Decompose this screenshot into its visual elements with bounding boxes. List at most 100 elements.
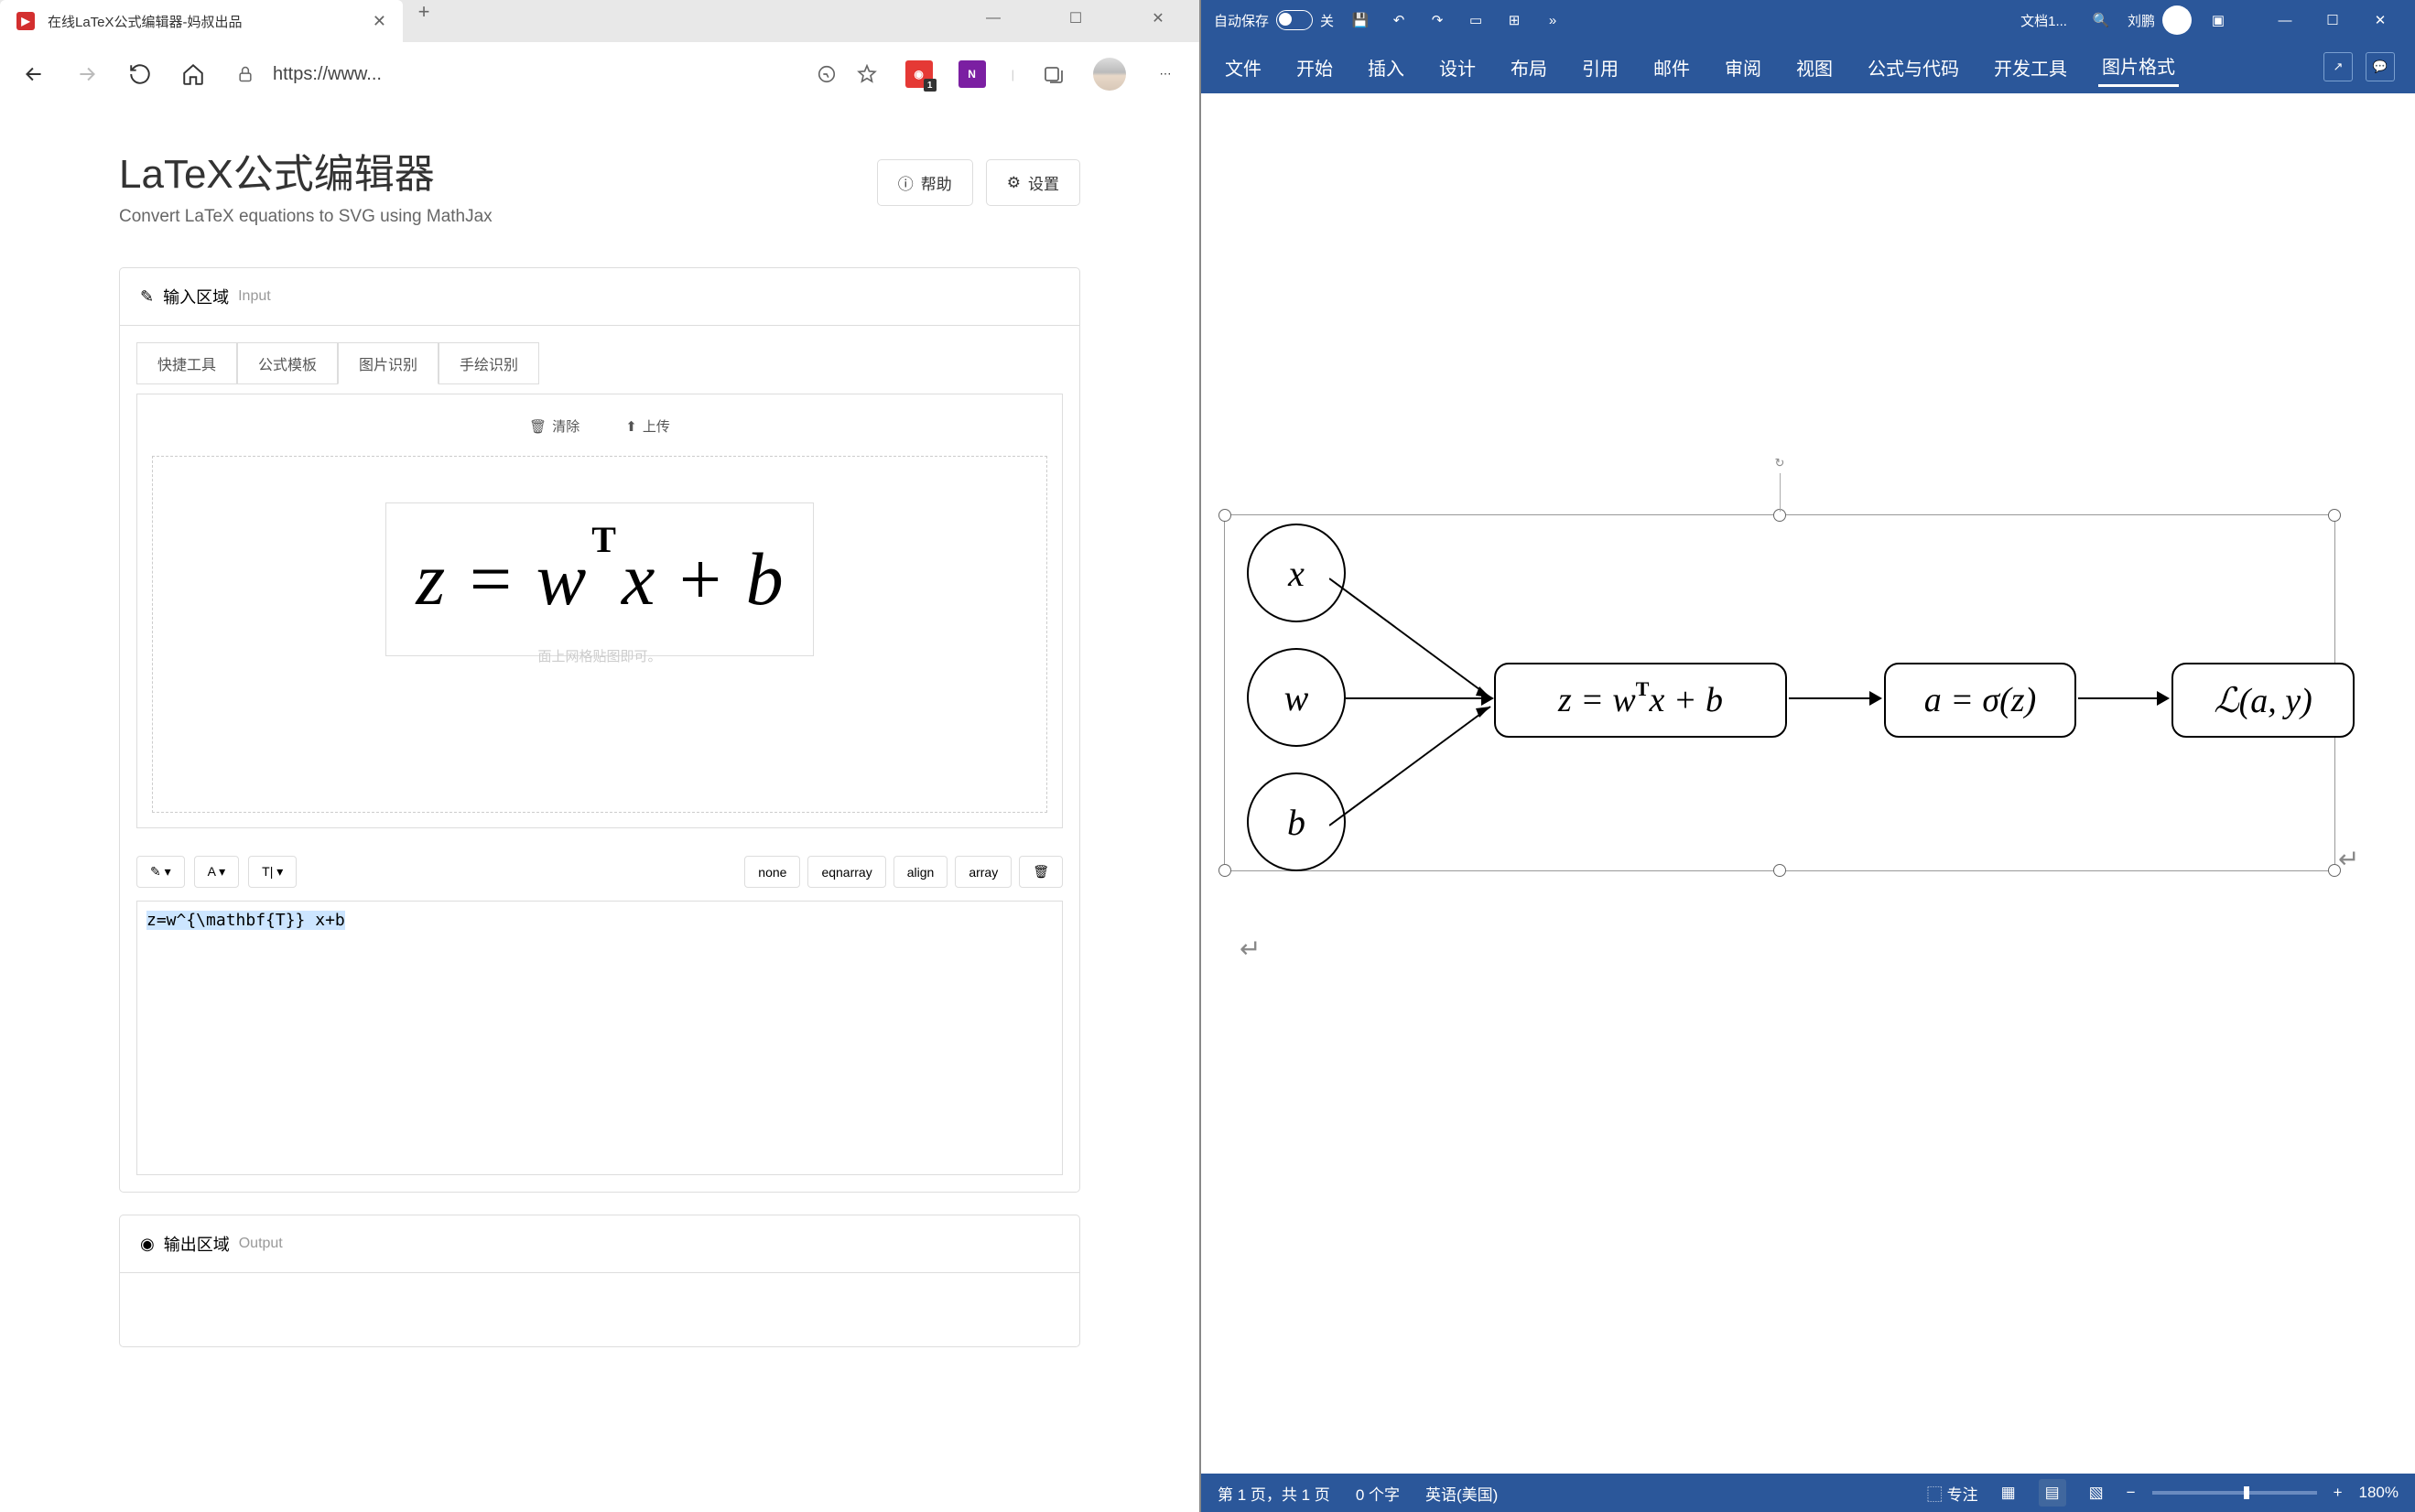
output-card: ◉ 输出区域 Output (119, 1215, 1080, 1347)
tab-quick-tools[interactable]: 快捷工具 (136, 342, 237, 384)
ribbon-mode-icon[interactable]: ▣ (2206, 8, 2230, 32)
opt-delete[interactable]: 🗑 (1019, 856, 1063, 888)
ribbon-picture-format[interactable]: 图片格式 (2098, 47, 2179, 87)
print-layout-icon[interactable]: ▤ (2039, 1479, 2066, 1507)
url-field[interactable]: https://www... (233, 61, 880, 87)
ribbon-developer[interactable]: 开发工具 (1990, 49, 2071, 86)
word-close[interactable]: ✕ (2358, 5, 2402, 35)
opt-align[interactable]: align (893, 856, 948, 888)
web-layout-icon[interactable]: ▧ (2083, 1479, 2110, 1507)
zoom-out[interactable]: − (2127, 1484, 2136, 1502)
document-canvas[interactable]: ↻ x w b z = wTx + b a = σ(z) ℒ(a, y) ↵ (1201, 93, 2415, 1474)
minimize-button[interactable]: — (952, 0, 1034, 37)
word-maximize[interactable]: ☐ (2311, 5, 2355, 35)
page-subtitle: Convert LaTeX equations to SVG using Mat… (119, 207, 493, 227)
upload-button[interactable]: ⬆上传 (611, 409, 685, 443)
page-header: LaTeX公式编辑器 Convert LaTeX equations to SV… (0, 106, 1199, 245)
address-bar: https://www... ◉1 N | ⋯ (0, 42, 1199, 106)
tool-font[interactable]: A ▾ (194, 856, 239, 888)
collections-button[interactable] (1040, 60, 1067, 88)
tool-brush[interactable]: ✎ ▾ (136, 856, 185, 888)
input-header: ✎ 输入区域 Input (120, 268, 1079, 326)
ribbon-equation[interactable]: 公式与代码 (1864, 49, 1963, 86)
word-minimize[interactable]: — (2263, 5, 2307, 35)
ribbon: 文件 开始 插入 设计 布局 引用 邮件 审阅 视图 公式与代码 开发工具 图片… (1201, 40, 2415, 93)
drop-zone[interactable]: z = wTx + b 面上网格贴图即可。 (152, 456, 1047, 813)
zoom-slider[interactable] (2152, 1491, 2317, 1495)
qat-icon[interactable]: ▭ (1464, 8, 1488, 32)
tab-templates[interactable]: 公式模板 (237, 342, 338, 384)
undo-icon[interactable]: ↶ (1387, 8, 1411, 32)
new-tab-button[interactable]: + (403, 0, 445, 24)
doc-name[interactable]: 文档1... (2020, 11, 2067, 30)
close-button[interactable]: ✕ (1117, 0, 1199, 37)
input-card: ✎ 输入区域 Input 快捷工具 公式模板 图片识别 手绘识别 🗑清除 ⬆上传 (119, 267, 1080, 1193)
node-z: z = wTx + b (1494, 663, 1787, 738)
ribbon-insert[interactable]: 插入 (1364, 49, 1408, 86)
maximize-button[interactable]: ☐ (1034, 0, 1117, 37)
read-mode-icon[interactable]: ▦ (1995, 1479, 2022, 1507)
save-icon[interactable]: 💾 (1348, 8, 1372, 32)
latex-code-input[interactable]: z=w^{\mathbf{T}} x+b (136, 901, 1063, 1175)
tool-text[interactable]: T| ▾ (248, 856, 297, 888)
ribbon-layout[interactable]: 布局 (1507, 49, 1551, 86)
opt-array[interactable]: array (955, 856, 1012, 888)
user-chip[interactable]: 刘鹏 (2128, 5, 2192, 35)
share-icon[interactable]: ↗ (2323, 52, 2353, 81)
input-tabs: 快捷工具 公式模板 图片识别 手绘识别 (136, 342, 1063, 384)
arrow (1329, 560, 1503, 707)
clear-button[interactable]: 🗑清除 (514, 409, 594, 443)
language-indicator[interactable]: 英语(美国) (1425, 1482, 1498, 1505)
url-text: https://www... (273, 64, 799, 85)
ribbon-home[interactable]: 开始 (1293, 49, 1337, 86)
forward-button[interactable] (73, 60, 101, 88)
autosave-toggle[interactable]: 自动保存 关 (1214, 10, 1334, 30)
opt-none[interactable]: none (744, 856, 800, 888)
ribbon-references[interactable]: 引用 (1578, 49, 1622, 86)
qat-icon-2[interactable]: ⊞ (1502, 8, 1526, 32)
focus-mode[interactable]: ⬚ 专注 (1927, 1482, 1978, 1505)
ribbon-review[interactable]: 审阅 (1721, 49, 1765, 86)
ribbon-design[interactable]: 设计 (1435, 49, 1479, 86)
favorite-icon[interactable] (854, 61, 880, 87)
redo-icon[interactable]: ↷ (1425, 8, 1449, 32)
tab-image-ocr[interactable]: 图片识别 (338, 342, 439, 384)
ribbon-view[interactable]: 视图 (1792, 49, 1836, 86)
tab-handwrite[interactable]: 手绘识别 (439, 342, 539, 384)
settings-button[interactable]: ⚙设置 (986, 159, 1080, 206)
comment-icon[interactable]: 💬 (2366, 52, 2395, 81)
extension-1[interactable]: ◉1 (905, 60, 933, 88)
extension-onenote[interactable]: N (958, 60, 986, 88)
page-indicator[interactable]: 第 1 页，共 1 页 (1218, 1482, 1330, 1505)
browser-titlebar: ▶ 在线LaTeX公式编辑器-妈叔出品 ✕ + — ☐ ✕ (0, 0, 1199, 42)
help-button[interactable]: ⓘ帮助 (877, 159, 973, 206)
profile-avatar[interactable] (1093, 58, 1126, 91)
back-button[interactable] (20, 60, 48, 88)
paragraph-mark: ↵ (1240, 934, 1261, 964)
toggle-switch[interactable] (1276, 10, 1313, 30)
refresh-button[interactable] (126, 60, 154, 88)
arrow (1789, 697, 1880, 699)
home-button[interactable] (179, 60, 207, 88)
tab-favicon: ▶ (16, 12, 35, 30)
search-icon[interactable]: 🔍 (2089, 8, 2113, 32)
reader-icon[interactable] (814, 61, 839, 87)
upload-icon: ⬆ (625, 418, 637, 435)
node-L: ℒ(a, y) (2171, 663, 2355, 738)
ribbon-file[interactable]: 文件 (1221, 49, 1265, 86)
trash-icon: 🗑 (529, 418, 547, 435)
edit-icon: ✎ (140, 287, 154, 307)
zoom-level[interactable]: 180% (2359, 1484, 2399, 1502)
opt-eqnarray[interactable]: eqnarray (807, 856, 885, 888)
menu-button[interactable]: ⋯ (1152, 60, 1179, 88)
code-toolbar: ✎ ▾ A ▾ T| ▾ none eqnarray align array 🗑 (136, 848, 1063, 901)
ribbon-mail[interactable]: 邮件 (1650, 49, 1694, 86)
zoom-in[interactable]: + (2334, 1484, 2343, 1502)
drop-hint: 面上网格贴图即可。 (537, 646, 661, 665)
browser-tab[interactable]: ▶ 在线LaTeX公式编辑器-妈叔出品 ✕ (0, 0, 403, 42)
word-count[interactable]: 0 个字 (1356, 1482, 1400, 1505)
tab-close-icon[interactable]: ✕ (373, 12, 386, 31)
node-a: a = σ(z) (1884, 663, 2076, 738)
qat-more[interactable]: » (1541, 8, 1565, 32)
info-icon: ⓘ (898, 171, 914, 194)
